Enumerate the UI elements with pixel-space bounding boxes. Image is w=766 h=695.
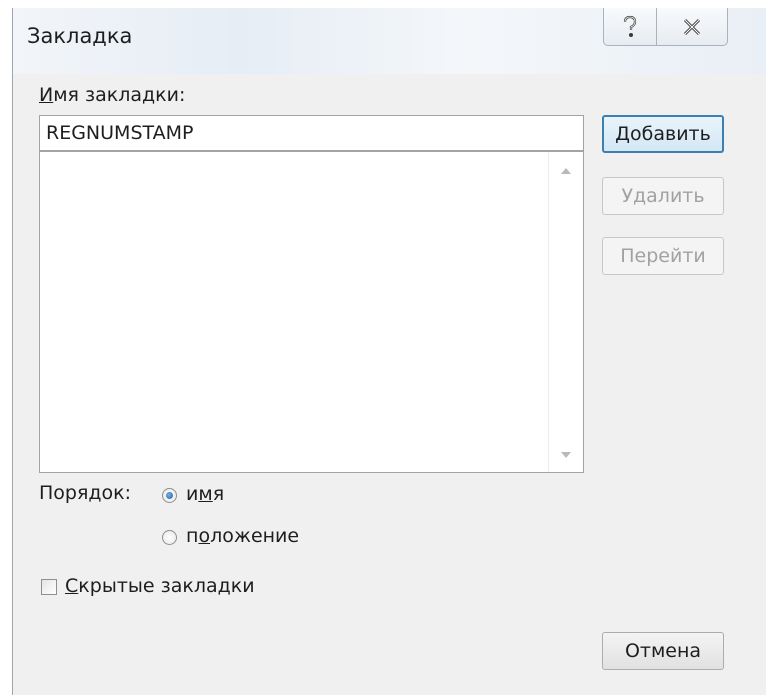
delete-button[interactable]: Удалить xyxy=(602,177,724,215)
goto-button[interactable]: Перейти xyxy=(602,237,724,275)
help-icon xyxy=(623,15,637,37)
sort-by-name-label[interactable]: имя xyxy=(186,483,224,505)
list-scrollbar[interactable] xyxy=(548,152,583,472)
sort-by-name-radio[interactable] xyxy=(162,488,177,503)
bookmark-name-label: Имя закладки: xyxy=(39,84,186,106)
scroll-down-icon[interactable] xyxy=(561,452,571,458)
dialog-title: Закладка xyxy=(27,24,133,48)
close-icon xyxy=(683,18,701,35)
title-bar[interactable]: Закладка xyxy=(13,8,766,74)
hidden-bookmarks-checkbox[interactable] xyxy=(41,579,57,595)
cancel-button[interactable]: Отмена xyxy=(602,632,724,670)
add-button[interactable]: Добавить xyxy=(602,115,724,153)
bookmark-name-input[interactable]: REGNUMSTAMP xyxy=(39,115,584,151)
hidden-bookmarks-label[interactable]: Скрытые закладки xyxy=(65,575,255,597)
close-button[interactable] xyxy=(656,8,728,46)
sort-label: Порядок: xyxy=(39,482,132,504)
sort-by-position-radio[interactable] xyxy=(162,530,177,545)
bookmark-dialog: Закладка Имя закладки: REGNUMSTAMP Добав… xyxy=(12,8,766,695)
sort-by-position-label[interactable]: положение xyxy=(186,525,299,547)
bookmark-list[interactable] xyxy=(39,151,584,473)
scroll-up-icon[interactable] xyxy=(561,168,571,174)
help-button[interactable] xyxy=(603,8,657,46)
